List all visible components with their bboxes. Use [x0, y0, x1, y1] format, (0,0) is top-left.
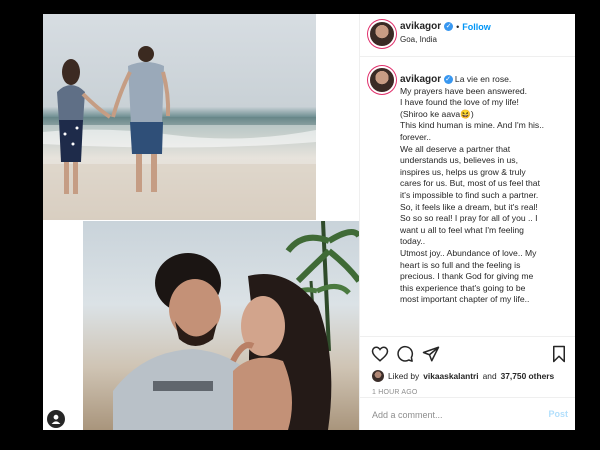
- caption-author-avatar[interactable]: [370, 68, 394, 92]
- comment-bubble-icon[interactable]: [396, 345, 414, 363]
- post-actions: Liked by vikaaskalantri and 37,750 other…: [360, 337, 575, 397]
- follow-button[interactable]: Follow: [462, 22, 491, 32]
- header-separator: •: [456, 21, 460, 32]
- caption-username[interactable]: avikagor: [400, 74, 441, 85]
- author-avatar[interactable]: [370, 22, 394, 46]
- caption: avikagor ✓ La vie en rose. My prayers ha…: [400, 74, 568, 306]
- liker-avatar[interactable]: [372, 370, 384, 382]
- instagram-post-frame: avikagor ✓ • Follow Goa, India avikagor …: [43, 14, 575, 430]
- caption-scroll-area[interactable]: avikagor ✓ La vie en rose. My prayers ha…: [360, 57, 575, 337]
- comment-icon-svg: [397, 345, 414, 362]
- bookmark-icon[interactable]: [550, 345, 568, 363]
- post-sidebar: avikagor ✓ • Follow Goa, India avikagor …: [359, 14, 575, 430]
- author-row: avikagor ✓ • Follow: [400, 21, 491, 32]
- post-timestamp[interactable]: 1 HOUR AGO: [372, 389, 418, 396]
- likes-summary: Liked by vikaaskalantri and 37,750 other…: [372, 370, 554, 382]
- liked-by-user[interactable]: vikaaskalantri: [423, 371, 478, 381]
- heart-icon[interactable]: [371, 345, 389, 363]
- post-header: avikagor ✓ • Follow Goa, India: [360, 14, 575, 57]
- liked-by-prefix: Liked by: [388, 371, 420, 381]
- couple-closeup-illustration: [113, 221, 359, 430]
- person-icon: [51, 414, 61, 424]
- heart-icon-svg: [371, 346, 389, 362]
- tagged-user-avatar-icon[interactable]: [47, 410, 65, 428]
- post-location[interactable]: Goa, India: [400, 35, 437, 44]
- share-icon-svg: [422, 346, 440, 362]
- caption-title: La vie en rose.: [454, 74, 512, 84]
- beach-walk-illustration: [43, 46, 316, 220]
- bookmark-icon-svg: [553, 345, 565, 363]
- caption-body: My prayers have been answered. I have fo…: [400, 85, 544, 305]
- paper-plane-icon[interactable]: [422, 345, 440, 363]
- comment-input[interactable]: [370, 406, 534, 424]
- verified-badge-icon: ✓: [444, 22, 454, 31]
- author-username[interactable]: avikagor: [400, 21, 441, 32]
- liked-by-and: and: [482, 371, 497, 381]
- post-comment-button[interactable]: Post: [548, 409, 568, 419]
- comment-bar: Post: [360, 397, 575, 430]
- caption-verified-badge-icon: ✓: [443, 75, 453, 85]
- liked-by-others[interactable]: 37,750 others: [501, 371, 555, 381]
- beach-walk-photo: [43, 14, 316, 220]
- post-media[interactable]: [43, 14, 359, 430]
- couple-closeup-photo: [83, 221, 359, 430]
